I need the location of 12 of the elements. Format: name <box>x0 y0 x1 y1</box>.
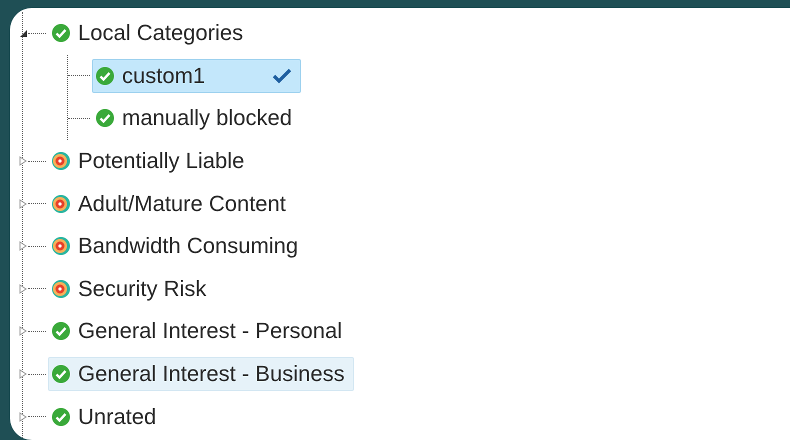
expander-icon[interactable] <box>18 28 28 38</box>
tree-item[interactable]: General Interest - Business <box>48 357 354 392</box>
tree-item[interactable]: Local Categories <box>48 16 252 50</box>
tree-item[interactable]: Security Risk <box>48 272 216 306</box>
tree-item[interactable]: General Interest - Personal <box>48 314 352 348</box>
tree-item[interactable]: Potentially Liable <box>48 144 254 178</box>
tree-item[interactable]: Adult/Mature Content <box>48 186 295 221</box>
tree-item[interactable]: manually blocked <box>92 101 301 136</box>
tree-item[interactable]: Unrated <box>48 400 166 434</box>
tree-item[interactable]: Bandwidth Consuming <box>48 229 308 264</box>
tree-item[interactable]: custom1 <box>92 58 302 93</box>
checkmark-icon <box>272 68 292 84</box>
